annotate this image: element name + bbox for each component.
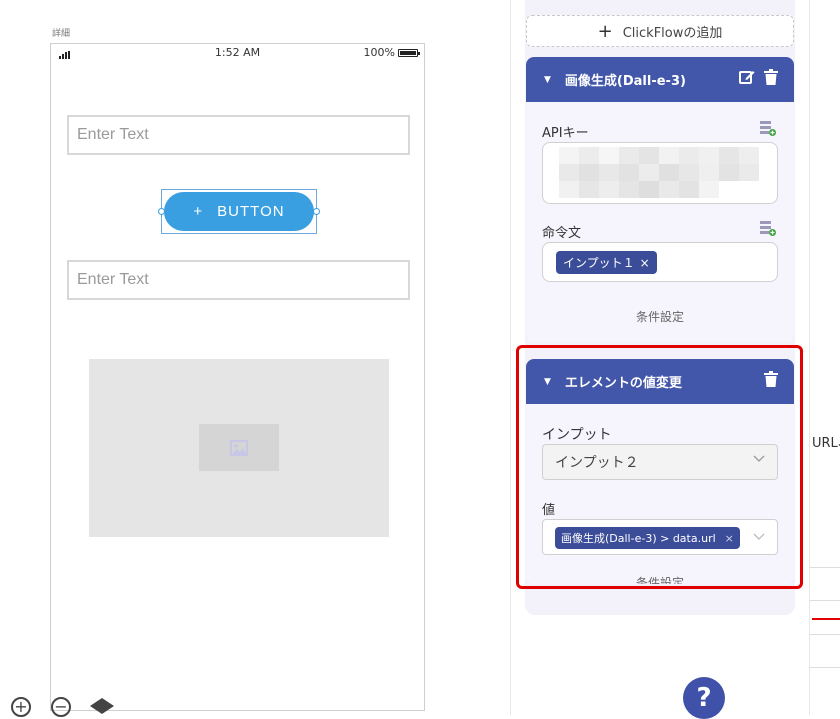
input-select[interactable]: インプット２	[542, 444, 778, 480]
image-icon	[230, 439, 248, 456]
status-battery: 100%	[363, 46, 420, 59]
card-header[interactable]: ▼ エレメントの値変更	[526, 359, 794, 404]
card-element-value-change: ▼ エレメントの値変更 インプット インプット２ 値 画像生成(Dall-e-3…	[526, 359, 794, 584]
side-divider	[810, 600, 840, 601]
api-key-field[interactable]	[542, 142, 778, 204]
side-divider	[810, 567, 840, 568]
chevron-down-icon	[753, 533, 765, 540]
variable-add-icon[interactable]	[760, 220, 776, 236]
zoom-out-icon[interactable]: −	[51, 697, 71, 717]
side-divider	[810, 667, 840, 668]
value-chip[interactable]: 画像生成(Dall-e-3) > data.url ×	[555, 527, 740, 549]
battery-percent: 100%	[363, 46, 395, 59]
card-title: 画像生成(Dall-e-3)	[564, 74, 686, 89]
prompt-chip[interactable]: インプット１ ×	[556, 251, 657, 274]
trash-icon[interactable]	[764, 69, 778, 85]
value-select[interactable]: 画像生成(Dall-e-3) > data.url ×	[542, 519, 778, 555]
add-clickflow-label: ClickFlowの追加	[622, 25, 723, 41]
card-header[interactable]: ▼ 画像生成(Dall-e-3)	[526, 57, 794, 102]
resize-handle-left[interactable]	[158, 208, 165, 215]
caret-down-icon[interactable]: ▼	[544, 377, 551, 387]
chip-label: 画像生成(Dall-e-3) > data.url	[561, 532, 716, 545]
trash-icon[interactable]	[764, 371, 778, 387]
text-input-2[interactable]: Enter Text	[67, 260, 410, 300]
input-label: インプット	[542, 427, 612, 443]
condition-settings-link[interactable]: 条件設定	[526, 574, 794, 584]
chevron-down-icon	[753, 455, 765, 462]
condition-settings-link[interactable]: 条件設定	[526, 308, 794, 325]
button-element[interactable]: + BUTTON	[164, 192, 314, 231]
zoom-in-icon[interactable]: +	[11, 697, 31, 717]
layers-icon[interactable]	[89, 697, 115, 715]
edit-icon[interactable]	[739, 69, 755, 85]
button-label: BUTTON	[217, 203, 285, 220]
plus-icon: +	[193, 203, 204, 220]
card-image-generation: ▼ 画像生成(Dall-e-3) APIキー 命令文 インプット１ × 条件設定	[526, 57, 794, 342]
variable-add-icon[interactable]	[760, 120, 776, 136]
prompt-field[interactable]: インプット１ ×	[542, 242, 778, 282]
api-key-label: APIキー	[542, 126, 589, 141]
status-bar: 1:52 AM 100%	[51, 44, 424, 64]
side-divider	[810, 634, 840, 635]
text-input-1[interactable]: Enter Text	[67, 115, 410, 155]
chip-label: インプット１	[563, 256, 635, 270]
panel-divider	[510, 0, 511, 715]
phone-preview: 1:52 AM 100% Enter Text + BUTTON Enter T…	[50, 43, 425, 711]
side-red-line	[812, 618, 840, 620]
image-element[interactable]	[89, 359, 389, 537]
chip-close-icon[interactable]: ×	[725, 532, 734, 545]
detail-label: 詳細	[52, 29, 71, 39]
panel-divider-right	[809, 0, 810, 715]
caret-down-icon[interactable]: ▼	[544, 75, 551, 85]
card-title: エレメントの値変更	[564, 376, 682, 391]
button-selection[interactable]: + BUTTON	[158, 189, 320, 234]
value-label: 値	[542, 503, 556, 518]
resize-handle-right[interactable]	[313, 208, 320, 215]
chip-close-icon[interactable]: ×	[640, 256, 650, 270]
plus-icon: +	[597, 20, 613, 42]
api-key-blurred	[559, 147, 759, 199]
input-select-value: インプット２	[555, 455, 639, 471]
help-button[interactable]: ?	[683, 677, 725, 719]
prompt-label: 命令文	[542, 226, 582, 241]
add-clickflow-button[interactable]: + ClickFlowの追加	[526, 15, 794, 47]
side-text: URL、	[812, 436, 840, 451]
image-placeholder	[199, 424, 279, 471]
battery-icon	[398, 48, 420, 57]
